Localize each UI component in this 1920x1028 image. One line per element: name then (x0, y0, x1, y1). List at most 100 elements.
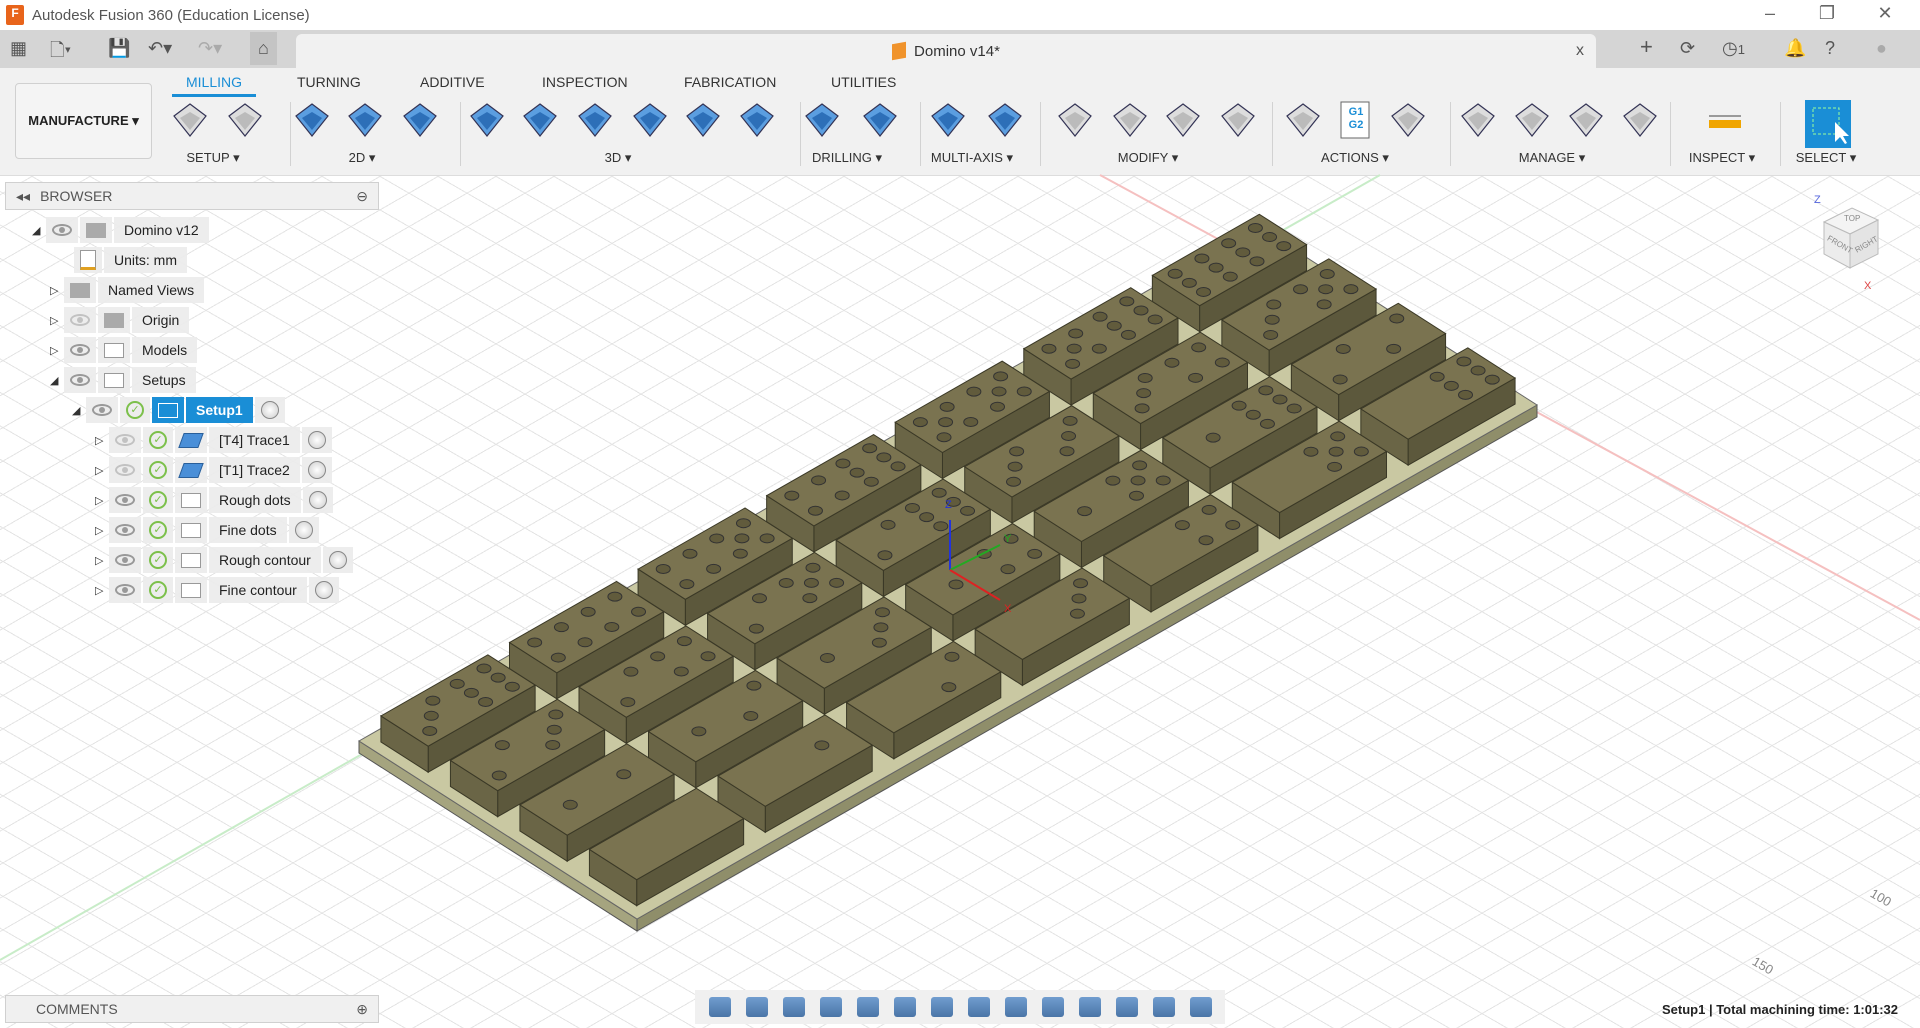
visibility-off-icon[interactable] (115, 464, 135, 476)
visibility-icon[interactable] (115, 584, 135, 596)
expand-toggle-icon[interactable]: ▷ (95, 554, 109, 567)
browser-node[interactable]: ▷ ✓ [T1] Trace2 (95, 457, 334, 483)
status-radio[interactable] (308, 491, 327, 509)
domino-pip (784, 490, 800, 501)
browser-node[interactable]: ▷ Models (50, 337, 199, 363)
domino-pip (890, 461, 906, 472)
viewcube-top[interactable]: TOP (1844, 214, 1860, 223)
pan-icon[interactable] (782, 997, 805, 1017)
expand-toggle-icon[interactable]: ▷ (50, 284, 64, 297)
browser-node[interactable]: ◢ Setups (50, 367, 198, 393)
domino-pip (735, 518, 751, 529)
zoom-icon[interactable] (819, 997, 842, 1017)
browser-node[interactable]: ▷ ✓ Fine dots (95, 517, 321, 543)
visibility-icon[interactable] (70, 344, 90, 356)
domino-pip (948, 579, 964, 590)
node-label: Fine dots (219, 522, 277, 538)
folder-icon (70, 282, 90, 298)
status-radio[interactable] (307, 431, 326, 449)
status-radio[interactable] (328, 551, 347, 569)
triad-z-label: Z (945, 499, 952, 511)
domino-pip (1174, 520, 1190, 531)
appearance-icon[interactable] (1078, 997, 1101, 1017)
status-radio[interactable] (314, 581, 333, 599)
triad-x-label: X (1004, 603, 1012, 615)
browser-minimize-icon[interactable]: ⊖ (356, 188, 368, 205)
visibility-icon[interactable] (92, 404, 112, 416)
expand-toggle-icon[interactable]: ▷ (95, 584, 109, 597)
browser-node[interactable]: ▷ Named Views (50, 277, 206, 303)
expand-toggle-icon[interactable]: ▷ (95, 434, 109, 447)
browser-node[interactable]: ◢ Domino v12 (32, 217, 211, 243)
browser-node[interactable]: Units: mm (60, 247, 189, 273)
domino-pip (734, 533, 750, 544)
browser-node[interactable]: ▷ ✓ [T4] Trace1 (95, 427, 334, 453)
expand-toggle-icon[interactable]: ▷ (95, 494, 109, 507)
browser-panel-header[interactable]: ◂◂ BROWSER ⊖ (5, 182, 379, 210)
domino-pip (1007, 461, 1023, 472)
camera-icon[interactable] (1115, 997, 1138, 1017)
visibility-off-icon[interactable] (70, 314, 90, 326)
domino-pip (1458, 389, 1474, 400)
grid-icon[interactable] (930, 997, 953, 1017)
visibility-icon[interactable] (115, 524, 135, 536)
domino-pip (673, 666, 689, 677)
navigation-toolbar (695, 990, 1225, 1024)
tool-display-icon[interactable] (1152, 997, 1175, 1017)
browser-node[interactable]: ▷ ✓ Rough contour (95, 547, 355, 573)
view-icon[interactable] (967, 997, 990, 1017)
simulation-icon[interactable] (1189, 997, 1212, 1017)
domino-pip (1293, 284, 1309, 295)
display-settings-icon[interactable] (893, 997, 916, 1017)
visibility-off-icon[interactable] (115, 434, 135, 446)
domino-pip (1484, 374, 1500, 385)
layers-icon[interactable] (1004, 997, 1027, 1017)
visibility-icon[interactable] (115, 494, 135, 506)
domino-pip (607, 591, 623, 602)
domino-pip (990, 401, 1006, 412)
domino-pip (1231, 400, 1247, 411)
triad-y-label: Y (1004, 533, 1012, 545)
expand-toggle-icon[interactable]: ◢ (50, 374, 64, 387)
folder-icon (181, 582, 201, 598)
visibility-icon[interactable] (115, 554, 135, 566)
active-setup-radio[interactable] (260, 401, 279, 419)
status-radio[interactable] (294, 521, 313, 539)
domino-model[interactable]: Z Y X (0, 0, 1920, 1028)
collapse-icon[interactable]: ◂◂ (16, 188, 30, 205)
expand-toggle-icon[interactable]: ▷ (95, 524, 109, 537)
expand-toggle-icon[interactable]: ▷ (50, 344, 64, 357)
look-at-icon[interactable] (745, 997, 768, 1017)
domino-pip (807, 505, 823, 516)
domino-pip (1105, 475, 1121, 486)
expand-toggle-icon[interactable]: ◢ (32, 224, 46, 237)
comments-panel[interactable]: COMMENTS ⊕ (5, 995, 379, 1023)
domino-pip (1235, 247, 1251, 258)
browser-node[interactable]: ▷ ✓ Rough dots (95, 487, 335, 513)
domino-pip (425, 695, 441, 706)
add-comment-icon[interactable]: ⊕ (356, 1001, 368, 1018)
zoom-window-icon[interactable] (856, 997, 879, 1017)
browser-node[interactable]: ◢ ✓ Setup1 (72, 397, 287, 423)
orbit-icon[interactable] (708, 997, 731, 1017)
visibility-icon[interactable] (70, 374, 90, 386)
comments-title: COMMENTS (36, 1001, 118, 1017)
browser-node[interactable]: ▷ Origin (50, 307, 191, 333)
view-cube[interactable]: TOP FRONT RIGHT Z X (1812, 194, 1892, 292)
status-radio[interactable] (307, 461, 326, 479)
visibility-icon[interactable] (52, 224, 72, 236)
domino-pip (1073, 578, 1089, 589)
orbit-mode-icon[interactable] (1041, 997, 1064, 1017)
domino-pip (504, 681, 520, 692)
browser-node[interactable]: ▷ ✓ Fine contour (95, 577, 341, 603)
domino-pip (1092, 311, 1108, 322)
node-label: [T1] Trace2 (219, 462, 290, 478)
setup-folder-icon (158, 402, 178, 418)
domino-pip (1286, 403, 1302, 414)
check-icon: ✓ (126, 401, 144, 419)
expand-toggle-icon[interactable]: ▷ (50, 314, 64, 327)
expand-toggle-icon[interactable]: ◢ (72, 404, 86, 417)
domino-pip (1191, 342, 1207, 353)
expand-toggle-icon[interactable]: ▷ (95, 464, 109, 477)
domino-pip (1198, 535, 1214, 546)
